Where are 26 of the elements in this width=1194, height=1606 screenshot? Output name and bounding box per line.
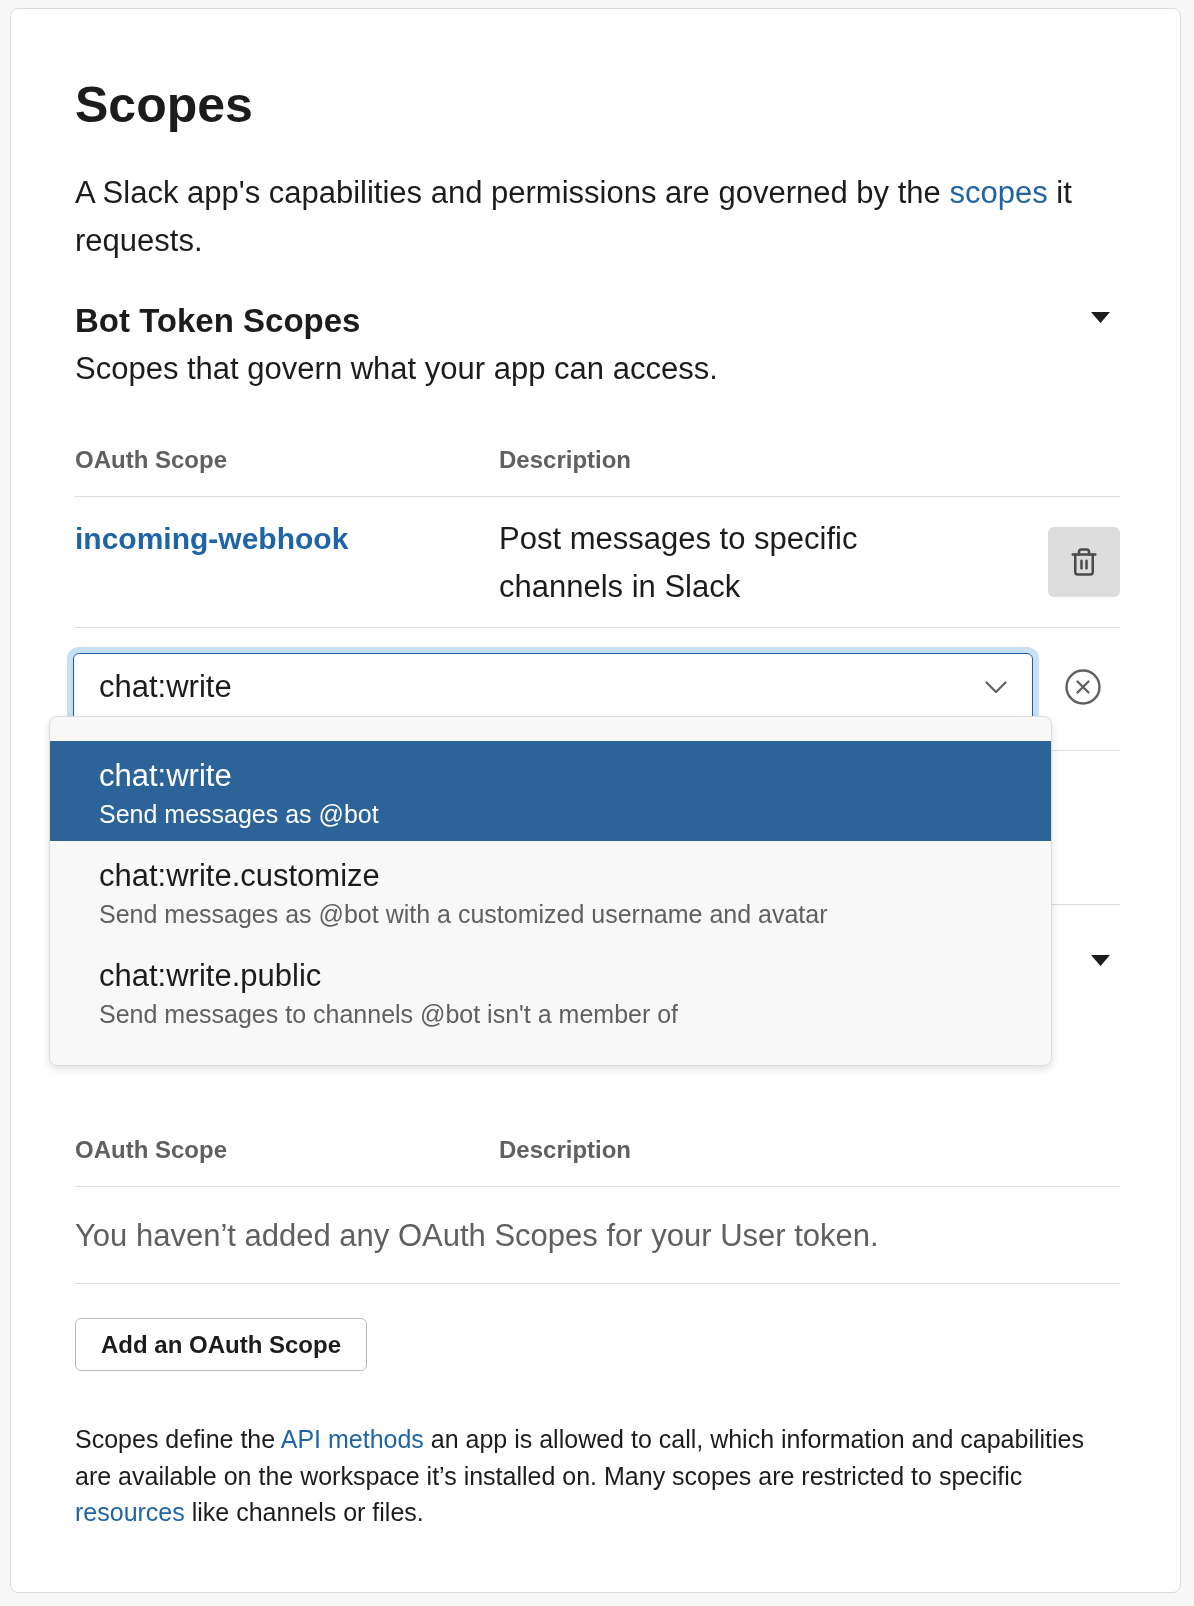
trash-icon [1069,547,1099,577]
column-header: OAuth Scope [75,1136,227,1163]
column-header: Description [499,1136,632,1163]
page-title: Scopes [75,76,253,135]
circle-x-icon [1065,669,1101,705]
column-header: OAuth Scope [75,446,227,473]
remove-button[interactable] [1065,669,1101,705]
section-description: Scopes that govern what your app can access. [75,350,718,388]
add-scope-button[interactable]: Add an OAuth Scope [75,1318,367,1371]
dropdown-option[interactable]: chat:write.public Send messages to channels @bot isn't a member of [50,941,1051,1041]
intro-paragraph: A Slack app's capabilities and permissions are governed by the scopes it requests. [75,174,1073,260]
caret-down-icon[interactable] [1091,312,1110,323]
footer-paragraph: Scopes define the API methods an app is allowed to call, which information and capabilities are available on the workspace it’s installed on. Many scopes are restricted to specific resources like channels or files. [75,1424,1085,1528]
caret-down-icon[interactable] [1091,955,1110,966]
text-link[interactable]: scopes [949,175,1048,210]
dropdown-option[interactable]: chat:write Send messages as @bot [50,741,1051,841]
chevron-down-icon [985,680,1007,694]
scope-description: Post messages to specific channels in Slack [499,521,858,604]
text-link[interactable]: resources [75,1498,185,1526]
section-title: Bot Token Scopes [75,301,361,341]
empty-message: You haven’t added any OAuth Scopes for your User token. [75,1218,879,1253]
text-link[interactable]: API methods [280,1425,424,1453]
delete-button[interactable] [1048,527,1120,597]
dropdown-option[interactable]: chat:write.customize Send messages as @bot with a customized username and avatar [50,841,1051,941]
scope-name[interactable]: incoming-webhook [75,522,349,555]
column-header: Description [499,446,632,473]
